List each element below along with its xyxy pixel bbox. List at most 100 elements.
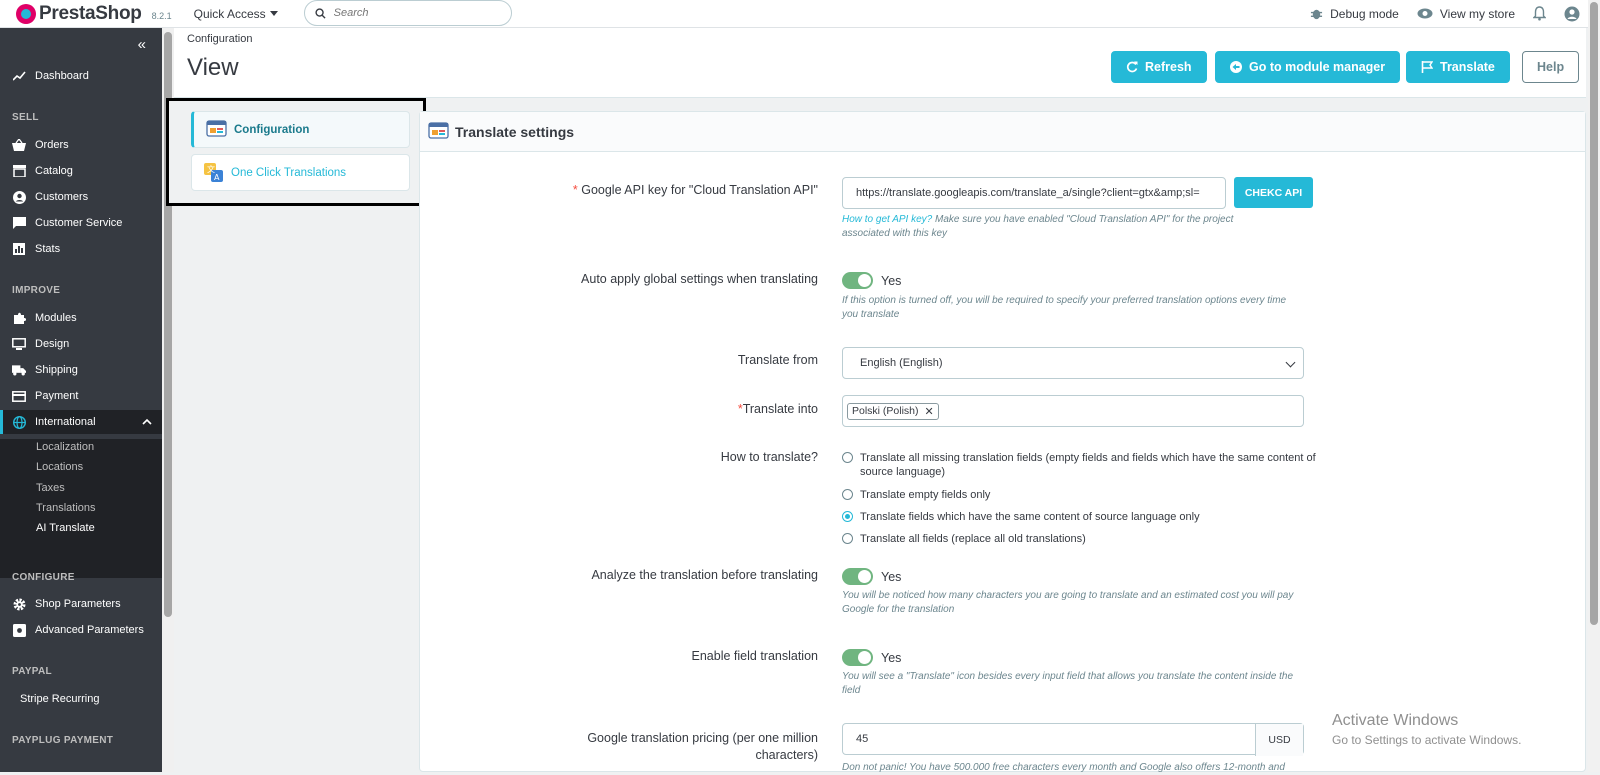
translate-into-multiselect[interactable]: Polski (Polish) ✕ [842, 395, 1304, 427]
tab-configuration[interactable]: Configuration [191, 111, 410, 148]
tab-configuration-label: Configuration [234, 123, 310, 136]
pricing-label: Google translation pricing (per one mill… [587, 730, 818, 764]
translate-button[interactable]: Translate [1406, 51, 1510, 83]
account-button[interactable] [1564, 6, 1580, 22]
api-key-input[interactable]: https://translate.googleapis.com/transla… [842, 177, 1226, 209]
radio-translate-missing[interactable]: Translate all missing translation fields… [842, 451, 1316, 479]
field-translation-switch[interactable]: Yes [842, 649, 901, 666]
prestashop-logo-icon [16, 3, 36, 24]
auto-help-line1: If this option is turned off, you will b… [842, 295, 1287, 306]
translate-into-label-text: Translate into [742, 402, 818, 416]
flag-icon [1421, 61, 1433, 73]
arrow-circle-left-icon [1230, 61, 1242, 73]
analyze-switch[interactable]: Yes [842, 568, 901, 585]
sidebar-subitem-taxes[interactable]: Taxes [36, 482, 65, 494]
radio-label: Translate empty fields only [860, 489, 991, 501]
module-tabs: Configuration 文A One Click Translations [166, 98, 426, 206]
sidebar: « Dashboard SELL Orders Catalog Customer… [0, 28, 162, 772]
how-to-get-api-key-link[interactable]: How to get API key? [842, 214, 932, 225]
sidebar-item-international[interactable]: International [0, 410, 162, 434]
sidebar-item-customer-service[interactable]: Customer Service [0, 211, 162, 235]
sidebar-item-catalog[interactable]: Catalog [0, 159, 162, 183]
help-button[interactable]: Help [1522, 51, 1580, 83]
sidebar-item-label: Dashboard [35, 70, 89, 82]
sidebar-item-design[interactable]: Design [0, 332, 162, 356]
notifications-button[interactable] [1533, 6, 1546, 21]
field-help-line2: field [842, 685, 861, 696]
analyze-help: You will be noticed how many characters … [842, 589, 1293, 617]
auto-help-line2: you translate [842, 309, 900, 320]
settings-applications-icon [12, 623, 26, 637]
sidebar-heading-sell: SELL [12, 112, 39, 123]
user-icon [1564, 6, 1580, 21]
page-title: View [187, 54, 239, 81]
sidebar-item-orders[interactable]: Orders [0, 133, 162, 157]
module-manager-button[interactable]: Go to module manager [1215, 51, 1401, 83]
translate-from-value: English (English) [860, 357, 943, 369]
breadcrumb[interactable]: Configuration [187, 33, 252, 45]
sidebar-item-shipping[interactable]: Shipping [0, 358, 162, 382]
radio1-line1: Translate all missing translation fields… [860, 452, 1316, 464]
module-manager-label: Go to module manager [1249, 60, 1386, 74]
sidebar-item-label: Stats [35, 243, 61, 255]
view-store-label: View my store [1439, 6, 1515, 21]
sidebar-item-label: Catalog [35, 165, 73, 177]
caret-down-icon [269, 11, 278, 16]
sidebar-item-label: Stripe Recurring [20, 693, 100, 705]
sidebar-item-shop-parameters[interactable]: Shop Parameters [0, 592, 162, 616]
quick-access-dropdown[interactable]: Quick Access [194, 7, 278, 21]
sidebar-item-label: Customers [35, 191, 89, 203]
auto-apply-switch[interactable]: Yes [842, 272, 901, 289]
sidebar-subitem-locations[interactable]: Locations [36, 461, 83, 473]
pricing-input[interactable]: 45 USD [842, 723, 1304, 756]
store-icon [12, 164, 26, 178]
page-header: Configuration View Refresh Go to module … [174, 28, 1586, 98]
sidebar-item-label: Orders [35, 139, 69, 151]
required-marker: * [572, 183, 582, 197]
sidebar-item-modules[interactable]: Modules [0, 306, 162, 330]
sidebar-item-label: Advanced Parameters [35, 624, 144, 636]
field-translation-label: Enable field translation [691, 649, 818, 663]
check-api-button[interactable]: CHEKC API [1234, 177, 1313, 208]
bell-icon [1533, 6, 1546, 21]
search-input[interactable] [333, 7, 494, 19]
radio-translate-empty[interactable]: Translate empty fields only [842, 488, 990, 502]
sidebar-item-label: Shipping [35, 364, 78, 376]
radio1-line2: source language) [860, 466, 946, 478]
translate-from-select[interactable]: English (English) [842, 347, 1304, 379]
auto-apply-value: Yes [881, 273, 902, 288]
radio-translate-same-content[interactable]: Translate fields which have the same con… [842, 510, 1200, 524]
sidebar-item-payment[interactable]: Payment [0, 384, 162, 408]
sidebar-item-customers[interactable]: Customers [0, 185, 162, 209]
debug-mode-link[interactable]: Debug mode [1310, 7, 1399, 21]
field-help-line1: You will see a "Translate" icon besides … [842, 671, 1294, 682]
analyze-value: Yes [881, 569, 902, 584]
view-store-link[interactable]: View my store [1417, 7, 1515, 21]
pricing-label-line1: Google translation pricing (per one mill… [587, 731, 818, 745]
collapse-sidebar-icon[interactable]: « [138, 36, 146, 53]
sidebar-item-advanced-parameters[interactable]: Advanced Parameters [0, 618, 162, 642]
sidebar-item-label: Design [35, 338, 70, 350]
chat-icon [12, 216, 26, 230]
translate-from-label: Translate from [737, 353, 818, 367]
sidebar-subitem-translations[interactable]: Translations [36, 502, 96, 514]
refresh-button[interactable]: Refresh [1111, 51, 1207, 83]
page-scrollbar-thumb[interactable] [1590, 2, 1598, 625]
api-key-label-text: Google API key for "Cloud Translation AP… [581, 183, 818, 197]
sidebar-item-stripe-recurring[interactable]: Stripe Recurring [0, 687, 162, 711]
sidebar-item-stats[interactable]: Stats [0, 237, 162, 261]
version: 8.2.1 [151, 10, 172, 21]
sidebar-heading-paypal: PAYPAL [12, 666, 52, 677]
panel-title: Translate settings [455, 123, 575, 140]
remove-tag-icon[interactable]: ✕ [925, 405, 934, 418]
sidebar-item-dashboard[interactable]: Dashboard [0, 64, 162, 88]
watermark-line2: Go to Settings to activate Windows. [1332, 733, 1522, 747]
radio-translate-all[interactable]: Translate all fields (replace all old tr… [842, 532, 1086, 546]
chevron-down-icon [1285, 357, 1296, 368]
sidebar-subitem-ai-translate[interactable]: AI Translate [36, 522, 95, 534]
tab-one-click-translations[interactable]: 文A One Click Translations [191, 154, 410, 191]
sidebar-subitem-localization[interactable]: Localization [36, 441, 94, 453]
truck-icon [12, 363, 26, 377]
logo[interactable]: PrestaShop 8.2.1 [16, 3, 172, 25]
auto-apply-help: If this option is turned off, you will b… [842, 294, 1286, 322]
